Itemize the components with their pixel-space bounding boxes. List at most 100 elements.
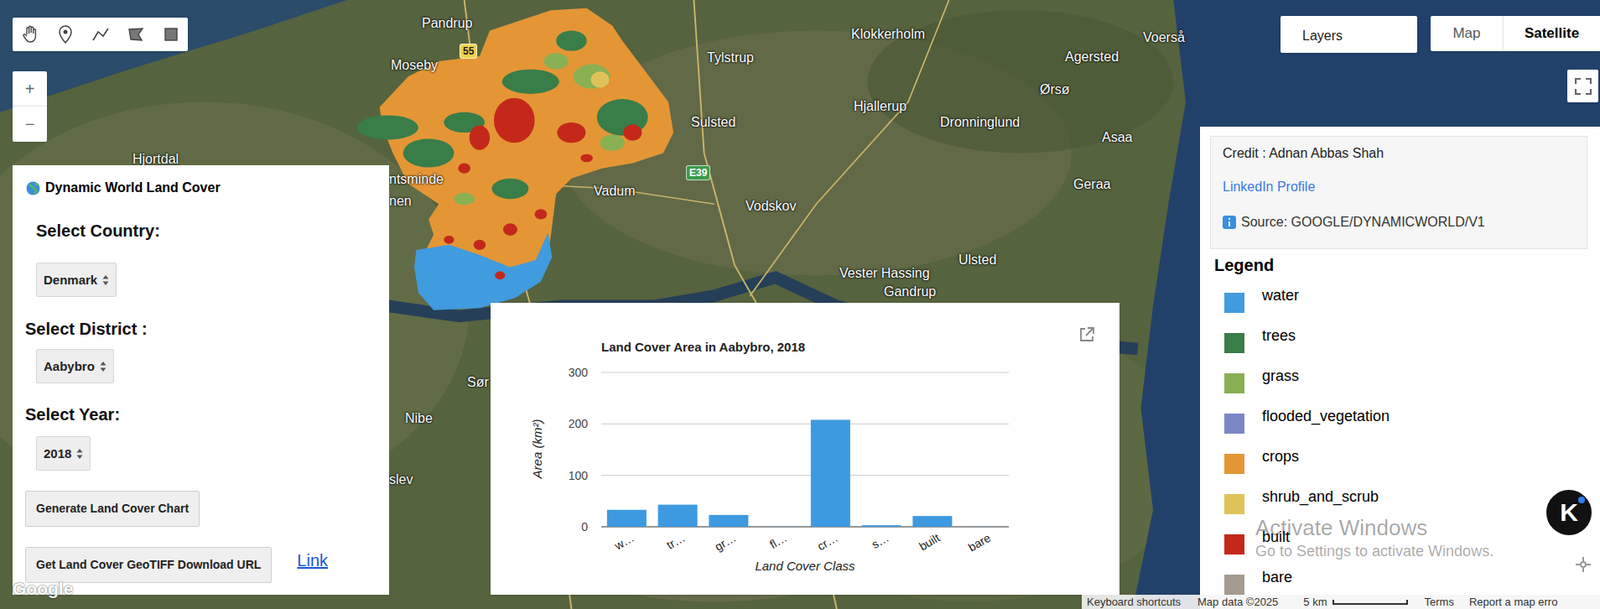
panel-title: Dynamic World Land Cover xyxy=(45,179,221,197)
map-type-tab[interactable]: Satellite xyxy=(1503,15,1600,52)
built-area xyxy=(493,98,536,144)
place-label: Moseby xyxy=(390,57,438,74)
place-label: Dronninglund xyxy=(940,114,1020,131)
watermark-subtitle: Go to Settings to activate Windows. xyxy=(1255,541,1494,561)
built-area xyxy=(556,122,586,143)
chart-bar[interactable] xyxy=(963,525,1003,527)
chart-bar[interactable] xyxy=(759,525,800,527)
badge-letter: K xyxy=(1559,499,1579,525)
grass-area xyxy=(573,64,611,89)
place-label: slev xyxy=(389,471,413,489)
field-label: Select Year: xyxy=(25,404,120,425)
chart-bar[interactable] xyxy=(607,509,647,527)
built-area xyxy=(535,208,548,219)
profile-link[interactable]: LinkedIn Profile xyxy=(1222,178,1587,196)
chart-bar[interactable] xyxy=(658,504,698,527)
place-label: Vester Hassing xyxy=(839,264,930,282)
street-view-button[interactable] xyxy=(1573,554,1594,575)
map-type-control: MapSatellite xyxy=(1430,15,1600,52)
select-box[interactable]: 2018 xyxy=(36,436,91,471)
export-icon[interactable] xyxy=(1080,327,1094,341)
chart-bar[interactable] xyxy=(862,524,902,527)
place-label: Asaa xyxy=(1101,129,1133,146)
place-label: Hjallerup xyxy=(853,98,907,115)
place-label: Voerså xyxy=(1142,29,1185,47)
field-label: Select Country: xyxy=(36,220,161,241)
legend-label: built xyxy=(1262,527,1290,546)
chart-bar[interactable] xyxy=(810,419,851,527)
y-tick: 0 xyxy=(581,519,588,534)
marker-icon[interactable] xyxy=(47,17,84,52)
windows-watermark: Activate Windows Go to Settings to activ… xyxy=(1255,514,1494,561)
grid-line xyxy=(601,474,1009,476)
place-label: Sør xyxy=(467,374,489,391)
download-row: Get Land Cover GeoTIFF Download URL Link xyxy=(12,526,328,583)
watermark-title: Activate Windows xyxy=(1255,514,1494,541)
hand-icon[interactable] xyxy=(12,17,48,52)
legend-item: flooded_vegetation xyxy=(1224,406,1600,447)
legend-label: water xyxy=(1262,285,1299,305)
place-label: Klokkerholm xyxy=(851,25,925,43)
legend-swatch xyxy=(1224,574,1245,595)
built-area xyxy=(469,125,490,151)
legend-swatch xyxy=(1224,453,1245,474)
download-url-button[interactable]: Get Land Cover GeoTIFF Download URL xyxy=(25,546,272,583)
bar-chart: Land Cover Area in Aabybro, 201801002003… xyxy=(490,302,1120,595)
grid-line xyxy=(601,423,1009,425)
road-shield: 55 xyxy=(459,43,478,59)
grass-area xyxy=(453,192,474,206)
built-area xyxy=(623,124,642,141)
panel-title-row: Dynamic World Land Cover xyxy=(25,179,221,197)
place-label: Nibe xyxy=(405,410,433,427)
select-arrows-icon xyxy=(102,274,110,286)
place-label: nen xyxy=(389,192,412,210)
built-area xyxy=(494,270,505,280)
google-logo: Google xyxy=(12,578,73,599)
map-type-tab[interactable]: Map xyxy=(1430,15,1504,52)
place-label: Vodskov xyxy=(745,197,796,215)
water-area xyxy=(414,232,552,310)
report-link[interactable]: Report a map erro xyxy=(1469,594,1559,609)
place-label: Vadum xyxy=(593,182,636,200)
legend-swatch xyxy=(1224,413,1245,434)
place-label: Ørsø xyxy=(1039,81,1071,99)
source-row: Source: GOOGLE/DYNAMICWORLD/V1 xyxy=(1222,213,1587,231)
info-panel: Credit : Adnan Abbas Shah LinkedIn Profi… xyxy=(1200,126,1600,609)
generate-chart-button[interactable]: Generate Land Cover Chart xyxy=(25,490,200,527)
grid-line xyxy=(601,372,1009,374)
line-icon[interactable] xyxy=(83,17,119,52)
legend-list: watertreesgrassflooded_vegetationcropssh… xyxy=(1224,285,1600,608)
polygon-icon[interactable] xyxy=(118,17,154,52)
source-text: Source: GOOGLE/DYNAMICWORLD/V1 xyxy=(1241,213,1486,231)
fullscreen-button[interactable] xyxy=(1567,69,1599,103)
select-box[interactable]: Aabybro xyxy=(36,348,115,384)
k-badge[interactable]: K xyxy=(1544,488,1594,537)
layers-label: Layers xyxy=(1302,25,1343,47)
info-icon xyxy=(1222,215,1237,229)
terms-link[interactable]: Terms xyxy=(1424,594,1455,609)
select-arrows-icon xyxy=(76,447,84,460)
place-label: Agersted xyxy=(1064,48,1119,66)
shrub-area xyxy=(591,71,610,88)
chart-bar[interactable] xyxy=(708,514,749,527)
grass-area xyxy=(600,135,625,151)
download-link[interactable]: Link xyxy=(296,550,328,571)
legend-label: trees xyxy=(1262,326,1296,345)
x-label: cr… xyxy=(815,530,841,554)
scale-bar xyxy=(1332,599,1408,605)
y-tick: 100 xyxy=(568,468,589,483)
legend-item: crops xyxy=(1224,446,1600,488)
zoom-out-button[interactable]: − xyxy=(12,106,47,142)
legend-swatch xyxy=(1224,493,1245,515)
legend-swatch xyxy=(1224,373,1245,394)
chart-bar[interactable] xyxy=(912,515,952,527)
y-axis-title: Area (km²) xyxy=(529,419,545,480)
rectangle-icon[interactable] xyxy=(153,17,188,52)
layers-button[interactable]: Layers xyxy=(1280,15,1418,53)
zoom-in-button[interactable]: + xyxy=(12,71,47,107)
map[interactable]: PandrupMosebyTylstrupKlokkerholmAgersted… xyxy=(0,0,1600,609)
x-label: tr… xyxy=(664,530,688,552)
keyboard-shortcuts[interactable]: Keyboard shortcuts xyxy=(1086,594,1181,609)
select-box[interactable]: Denmark xyxy=(36,262,117,297)
trees-area xyxy=(502,69,560,94)
